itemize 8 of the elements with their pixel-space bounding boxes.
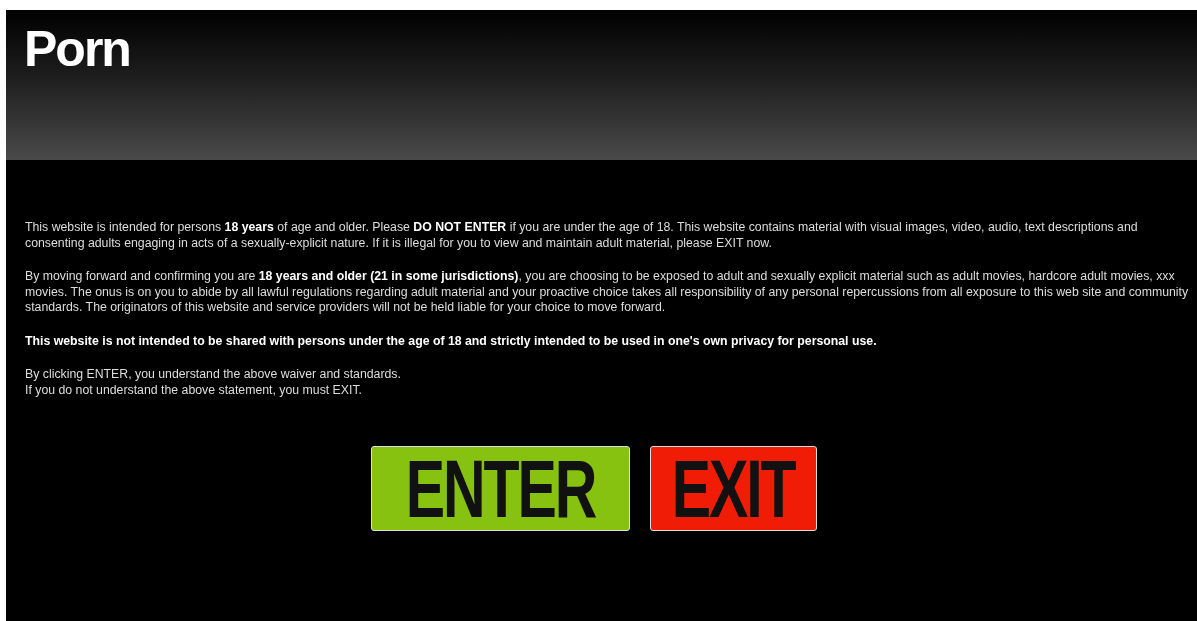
notice-line: If you do not understand the above statement, you must EXIT.	[25, 382, 363, 398]
disclaimer-paragraph: This website is intended for persons 18 years of age and older. Please DO NOT ENTER if you are under the age of 18. This website contains material with visual images, video, audio, text descriptions and consenting adults engaging in acts of a sexually-explicit nature. If it is illegal for you to view and maintain adult material, please EXIT now.	[25, 220, 1139, 251]
disclaimer-paragraph: This website is not intended to be shared with persons under the age of 18 and strictly intended to be used in one's own privacy for personal use.	[25, 333, 878, 349]
site-logo: Porn	[24, 20, 130, 78]
exit-button[interactable]: EXIT	[650, 446, 817, 531]
disclaimer-paragraph: By moving forward and confirming you are 18 years and older (21 in some jurisdictions), you are choosing to be exposed to adult and sexually explicit material such as adult movies, hardcore adult movies, xxx movies. The onus is on you to abide by all lawful regulations regarding adult material and your proactive choice takes all responsibility of any personal repercussions from all exposure to this web site and community standards. The originators of this website and service providers will not be held liable for your choice to move forward.	[25, 269, 1190, 316]
enter-button[interactable]: ENTER	[371, 446, 631, 531]
notice-line: By clicking ENTER, you understand the above waiver and standards.	[25, 367, 402, 383]
